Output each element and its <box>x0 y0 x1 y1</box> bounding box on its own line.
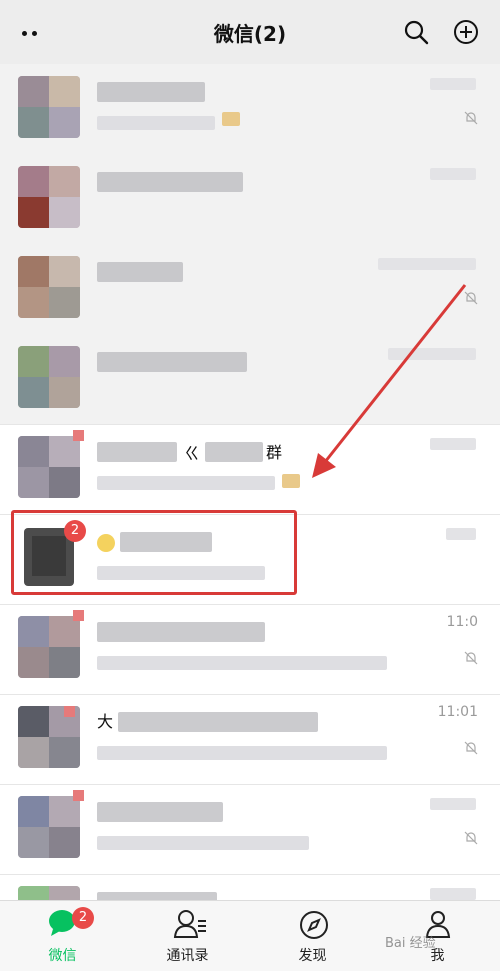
chat-preview-blurred <box>97 656 387 670</box>
top-bar: 微信(2) <box>0 0 500 64</box>
chat-preview-blurred <box>97 836 309 850</box>
chat-name-blurred <box>97 82 205 102</box>
chat-time <box>430 888 476 900</box>
chat-list[interactable]: ㄍ 群 2 11:0 大 11:01 <box>0 64 500 900</box>
chat-item[interactable] <box>0 64 500 155</box>
chat-name-blurred <box>97 802 223 822</box>
avatar <box>18 616 80 678</box>
chat-name-blurred <box>97 622 265 642</box>
compass-icon <box>300 911 328 939</box>
tab-chats[interactable]: 2 微信 <box>0 901 125 971</box>
chat-item[interactable]: ㄍ 群 <box>0 424 500 515</box>
avatar <box>18 166 80 228</box>
gift-icon <box>282 474 300 488</box>
tab-badge: 2 <box>72 907 94 929</box>
chat-time <box>378 258 476 270</box>
chat-name-blurred <box>118 712 318 732</box>
annotation-highlight-box <box>11 510 297 595</box>
chat-name-blurred <box>97 892 217 900</box>
chat-item[interactable] <box>0 244 500 335</box>
avatar <box>18 436 80 498</box>
avatar <box>18 76 80 138</box>
chat-name-blurred <box>97 172 243 192</box>
tab-contacts[interactable]: 通讯录 <box>125 901 250 971</box>
chat-time <box>430 438 476 450</box>
chat-preview-blurred <box>97 476 275 490</box>
chat-name-fragment: ㄍ <box>184 444 201 463</box>
avatar <box>18 256 80 318</box>
avatar <box>18 346 80 408</box>
chat-name-blurred <box>205 442 263 462</box>
chat-time: 11:01 <box>437 704 478 720</box>
chat-time <box>430 798 476 810</box>
chat-item[interactable] <box>0 784 500 875</box>
chat-time <box>446 528 476 540</box>
chat-time <box>430 168 476 180</box>
avatar <box>18 886 80 900</box>
mute-bell-icon <box>464 741 478 755</box>
chat-preview-blurred <box>97 746 387 760</box>
chat-item[interactable]: 大 11:01 <box>0 694 500 785</box>
watermark: Bai 经验 <box>385 936 436 951</box>
chat-name-blurred <box>97 352 247 372</box>
contacts-icon <box>173 910 206 938</box>
mute-bell-icon <box>464 111 478 125</box>
unread-flag <box>64 706 75 717</box>
avatar <box>18 796 80 858</box>
chat-time <box>388 348 476 360</box>
chat-name-blurred <box>97 442 177 462</box>
chat-item[interactable]: 11:0 <box>0 604 500 695</box>
tab-label: 微信 <box>48 948 77 964</box>
chat-item[interactable] <box>0 874 500 900</box>
chat-preview-blurred <box>97 116 215 130</box>
unread-flag <box>73 430 84 441</box>
chat-name-fragment: 大 <box>97 712 114 731</box>
mute-bell-icon <box>464 651 478 665</box>
unread-flag <box>73 790 84 801</box>
search-icon[interactable] <box>402 18 430 46</box>
unread-flag <box>73 610 84 621</box>
chat-time <box>430 78 476 90</box>
mute-bell-icon <box>464 291 478 305</box>
chat-item[interactable] <box>0 334 500 425</box>
mute-bell-icon <box>464 831 478 845</box>
chat-time: 11:0 <box>446 614 478 630</box>
tab-label: 发现 <box>298 948 327 964</box>
chat-item[interactable] <box>0 154 500 245</box>
chat-name-fragment: 群 <box>266 443 283 462</box>
chat-name-blurred <box>97 262 183 282</box>
tab-discover[interactable]: 发现 <box>250 901 375 971</box>
gift-icon <box>222 112 240 126</box>
add-icon[interactable] <box>452 18 480 46</box>
tab-label: 通讯录 <box>166 948 209 964</box>
